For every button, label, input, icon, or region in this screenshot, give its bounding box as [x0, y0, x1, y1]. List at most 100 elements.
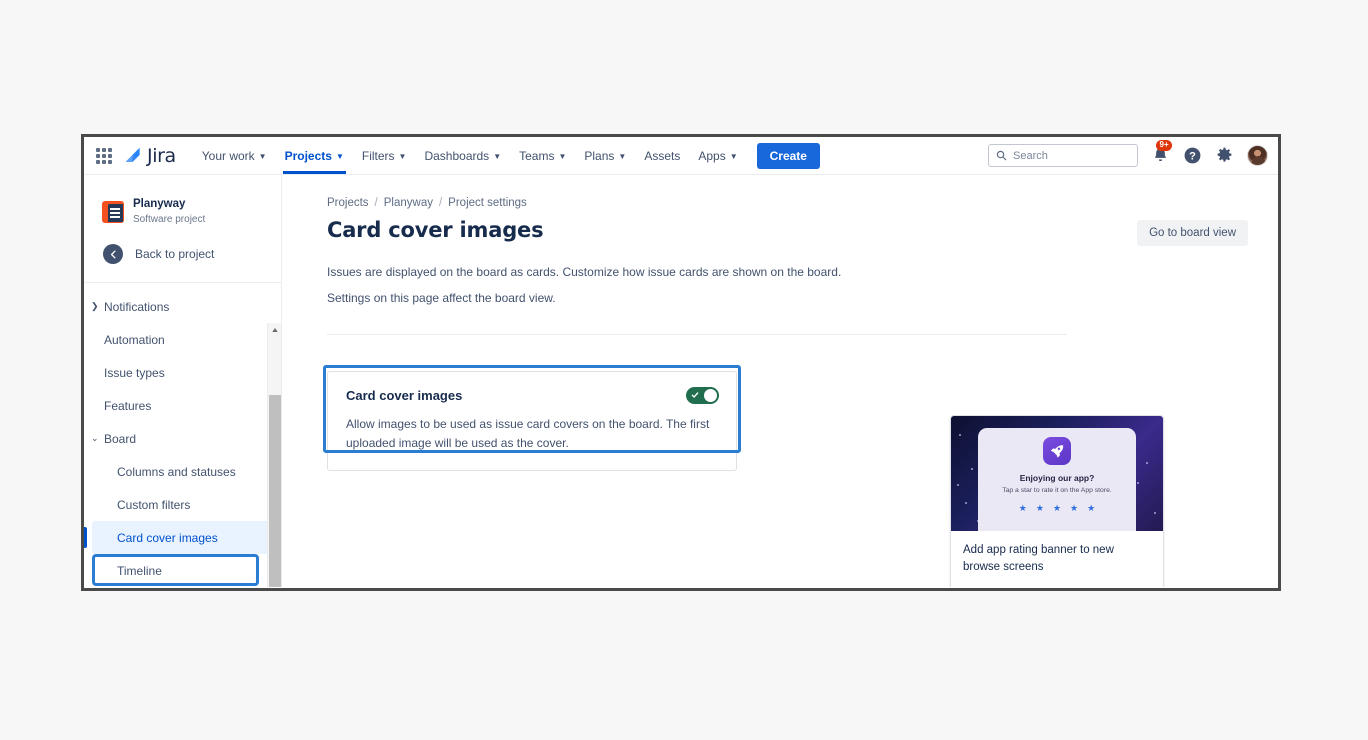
nav-label: Apps	[698, 148, 726, 163]
nav-label: Projects	[284, 148, 332, 163]
search-icon	[996, 150, 1007, 161]
card-cover-images-toggle[interactable]	[686, 387, 719, 405]
nav-label: Filters	[361, 148, 395, 163]
back-to-project-label: Back to project	[135, 247, 215, 262]
breadcrumb-project-settings[interactable]: Project settings	[448, 197, 527, 209]
jira-logo[interactable]: Jira	[123, 145, 176, 167]
chevron-down-icon: ▼	[258, 152, 267, 161]
chevron-down-icon: ▼	[335, 152, 344, 161]
jira-wordmark: Jira	[147, 144, 176, 167]
sidebar-scrollbar[interactable]	[267, 323, 281, 587]
help-icon: ?	[1184, 147, 1201, 164]
help-button[interactable]: ?	[1183, 146, 1202, 165]
star-icon: ★	[1070, 502, 1079, 513]
toggle-knob	[704, 389, 717, 403]
user-avatar[interactable]	[1247, 145, 1268, 166]
setting-title: Card cover images	[346, 388, 463, 404]
content-divider	[327, 334, 1067, 336]
jira-mark-icon	[125, 147, 140, 163]
nav-item-your-work[interactable]: Your work ▼	[194, 138, 275, 174]
app-switcher-icon[interactable]	[96, 147, 112, 164]
page-title: Card cover images	[327, 218, 544, 242]
project-header[interactable]: Planyway Software project	[84, 175, 281, 226]
cover-star-rating: ★ ★ ★ ★ ★	[1018, 502, 1095, 513]
chevron-down-icon: ▼	[398, 152, 407, 161]
project-name: Planyway	[133, 198, 186, 210]
sidebar-item-label: Issue types	[104, 365, 165, 380]
sidebar-item-card-cover-images[interactable]: Card cover images	[84, 521, 273, 555]
sidebar-item-label: Timeline	[117, 563, 162, 578]
go-to-board-view-button[interactable]: Go to board view	[1137, 220, 1248, 246]
sidebar-item-automation[interactable]: Automation	[84, 323, 281, 356]
sidebar-item-columns-and-statuses[interactable]: Columns and statuses	[84, 455, 281, 488]
card-cover-image: Enjoying our app? Tap a star to rate it …	[951, 416, 1163, 531]
breadcrumb-separator: /	[438, 197, 443, 209]
setting-header: Card cover images	[346, 387, 719, 405]
card-cover-setting-card: Card cover images Allow images to be use…	[327, 371, 737, 471]
nav-item-apps[interactable]: Apps ▼	[690, 138, 745, 174]
card-summary: Add app rating banner to new browse scre…	[963, 544, 1114, 573]
sidebar-item-label: Columns and statuses	[117, 464, 236, 479]
nav-item-plans[interactable]: Plans ▼	[576, 138, 634, 174]
sidebar-item-custom-filters[interactable]: Custom filters	[84, 488, 281, 521]
chevron-down-icon[interactable]: ⌄	[91, 433, 99, 444]
browser-window: Jira Your work ▼ Projects ▼ Filters ▼ Da…	[81, 134, 1281, 591]
page-description-line-2: Settings on this page affect the board v…	[327, 291, 556, 306]
back-arrow-icon	[103, 244, 123, 265]
cover-rating-panel: Enjoying our app? Tap a star to rate it …	[978, 428, 1136, 531]
nav-item-filters[interactable]: Filters ▼	[354, 138, 415, 174]
nav-item-projects[interactable]: Projects ▼	[277, 138, 352, 174]
nav-item-assets[interactable]: Assets	[636, 138, 688, 174]
notification-count-badge: 9+	[1156, 140, 1173, 151]
sidebar-item-notifications[interactable]: ❯ Notifications	[84, 290, 281, 323]
page-title-row: Card cover images Go to board view	[327, 218, 1248, 246]
breadcrumb-projects[interactable]: Projects	[327, 197, 369, 209]
project-type: Software project	[133, 213, 206, 225]
nav-item-teams[interactable]: Teams ▼	[511, 138, 574, 174]
breadcrumb: Projects / Planyway / Project settings	[327, 197, 1248, 209]
sidebar-item-board[interactable]: ⌄ Board	[84, 422, 281, 455]
nav-label: Teams	[519, 148, 555, 163]
back-to-project-button[interactable]: Back to project	[84, 226, 281, 265]
scroll-up-arrow-icon[interactable]	[268, 323, 281, 337]
scrollbar-thumb[interactable]	[269, 395, 281, 587]
chevron-down-icon: ▼	[558, 152, 567, 161]
chevron-down-icon: ▼	[493, 152, 502, 161]
nav-label: Assets	[644, 148, 681, 163]
project-avatar-icon	[102, 200, 124, 223]
sidebar-item-label: Features	[104, 398, 152, 413]
window-body: Planyway Software project Back to projec…	[84, 175, 1278, 587]
create-button[interactable]: Create	[756, 142, 820, 169]
star-icon: ★	[1035, 502, 1044, 513]
nav-label: Plans	[584, 148, 615, 163]
breadcrumb-planyway[interactable]: Planyway	[384, 197, 433, 209]
sidebar-item-label: Card cover images	[117, 530, 218, 545]
chevron-down-icon: ▼	[618, 152, 627, 161]
sidebar-item-issue-types[interactable]: Issue types	[84, 356, 281, 389]
sidebar-item-label: Notifications	[104, 299, 170, 314]
sidebar-item-features[interactable]: Features	[84, 389, 281, 422]
nav-item-dashboards[interactable]: Dashboards ▼	[416, 138, 509, 174]
cover-text: Tap a star to rate it on the App store.	[1002, 487, 1112, 494]
top-nav-right-group: Search 9+ ?	[988, 140, 1268, 167]
star-icon: ★	[1052, 502, 1062, 513]
star-icon: ★	[1018, 502, 1027, 513]
sidebar-nav-list: ❯ Notifications Automation Issue types F…	[84, 283, 281, 587]
sidebar-item-label: Automation	[104, 332, 165, 347]
sidebar-item-label: Custom filters	[117, 497, 191, 512]
issue-card-preview[interactable]: Enjoying our app? Tap a star to rate it …	[950, 415, 1164, 587]
check-icon	[691, 392, 699, 399]
card-cover-setting-wrap: Card cover images Allow images to be use…	[323, 365, 741, 471]
gear-icon	[1217, 147, 1232, 162]
rocket-icon	[1043, 437, 1071, 465]
cover-heading: Enjoying our app?	[1019, 473, 1095, 483]
chevron-down-icon: ▼	[729, 152, 738, 161]
sidebar-item-label: Board	[104, 431, 137, 446]
search-input[interactable]: Search	[988, 144, 1138, 167]
sidebar-item-timeline[interactable]: Timeline	[84, 554, 281, 587]
main-content: Projects / Planyway / Project settings C…	[282, 175, 1278, 587]
settings-button[interactable]	[1215, 146, 1234, 165]
setting-description: Allow images to be used as issue card co…	[346, 417, 710, 450]
chevron-right-icon[interactable]: ❯	[91, 301, 99, 312]
notifications-button[interactable]: 9+	[1151, 140, 1173, 165]
